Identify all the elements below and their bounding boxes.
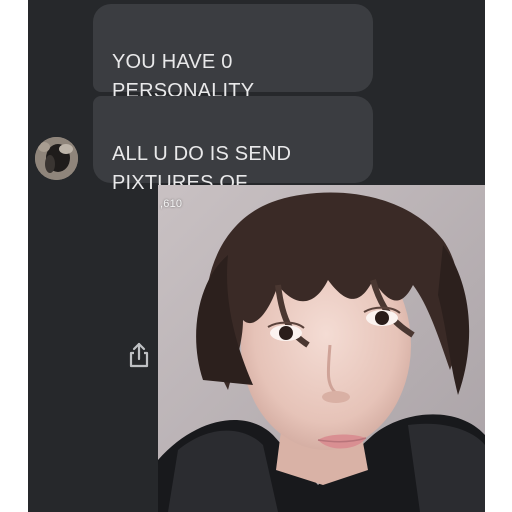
share-icon	[129, 342, 149, 368]
photo-message[interactable]: ,610	[158, 185, 485, 512]
message-text: YOU HAVE 0 PERSONALITY	[112, 51, 255, 102]
photo-caption: ,610	[160, 198, 183, 210]
share-button[interactable]	[127, 340, 151, 370]
message-bubble[interactable]: ALL U DO IS SEND PIXTURES OF	[93, 96, 373, 194]
avatar[interactable]	[35, 137, 78, 180]
message-bubble[interactable]: YOU HAVE 0 PERSONALITY	[93, 4, 373, 102]
portrait-photo	[158, 185, 485, 512]
avatar-icon	[35, 137, 78, 180]
